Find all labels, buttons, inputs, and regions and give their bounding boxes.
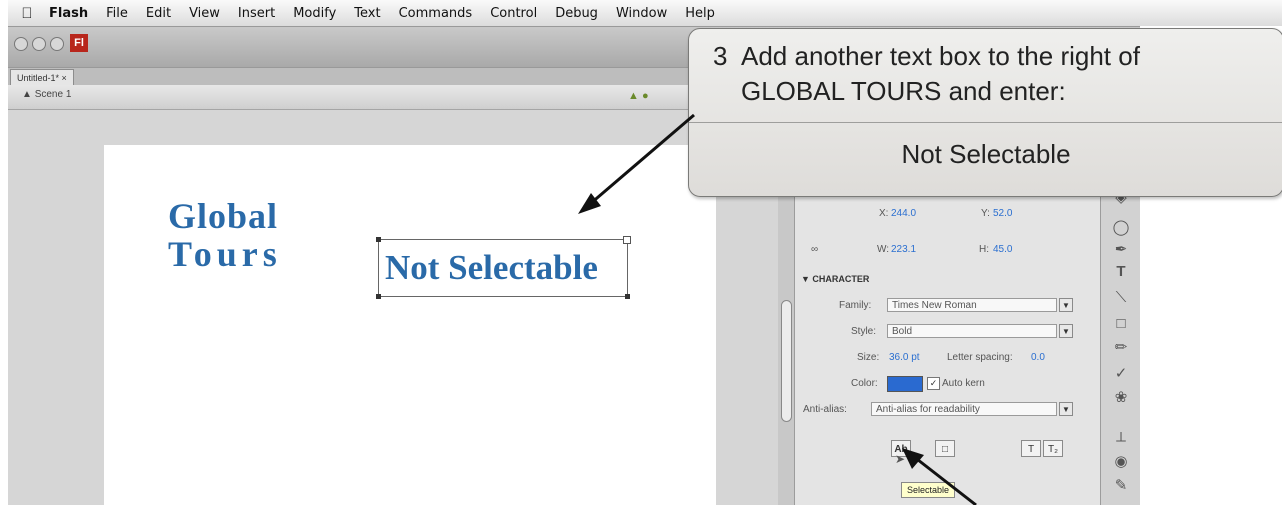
pointer-arrows (578, 113, 977, 505)
selectable-arrow-line (912, 454, 977, 505)
callout-arrow-line (589, 113, 695, 206)
screenshot-frame:  Flash File Edit View Insert Modify Tex… (8, 0, 1282, 505)
selectable-arrowhead (902, 448, 924, 469)
